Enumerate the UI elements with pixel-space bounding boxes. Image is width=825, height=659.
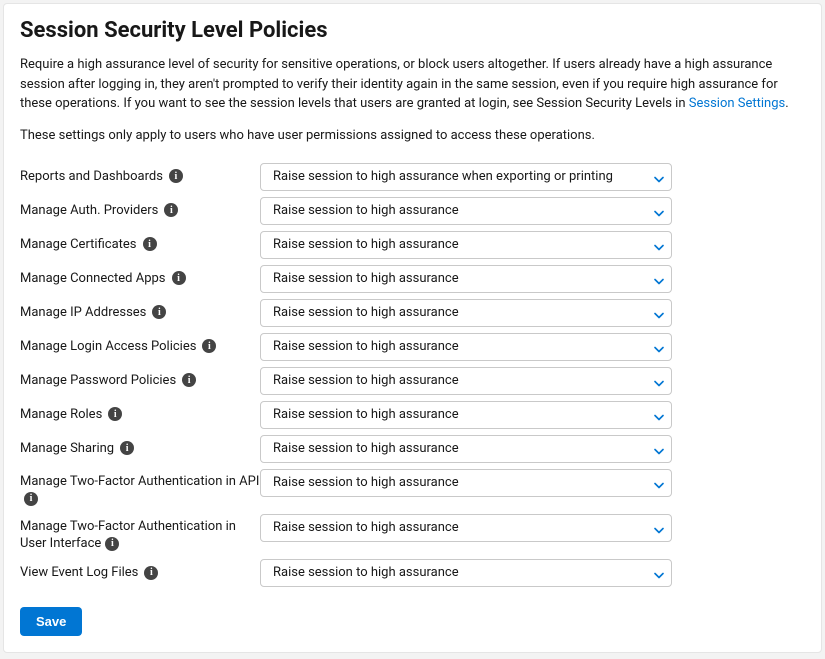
policy-row-certificates: Manage Certificates i Raise session to hig… bbox=[20, 231, 805, 259]
policy-row-ip-addresses: Manage IP Addresses i Raise session to hig… bbox=[20, 299, 805, 327]
policy-label-text: View Event Log Files bbox=[20, 564, 138, 582]
description-text-post: . bbox=[785, 96, 788, 111]
select-value[interactable]: Raise session to high assurance bbox=[260, 299, 672, 327]
policy-row-sharing: Manage Sharing i Raise session to high ass… bbox=[20, 435, 805, 463]
policy-label-sharing: Manage Sharing i bbox=[20, 440, 260, 458]
policy-label-roles: Manage Roles i bbox=[20, 406, 260, 424]
policy-select-roles[interactable]: Raise session to high assurance bbox=[260, 401, 672, 429]
info-icon[interactable]: i bbox=[182, 373, 196, 387]
policy-row-auth-providers: Manage Auth. Providers i Raise session to … bbox=[20, 197, 805, 225]
select-value[interactable]: Raise session to high assurance bbox=[260, 435, 672, 463]
info-icon[interactable]: i bbox=[169, 169, 183, 183]
policy-label-two-factor-ui: Manage Two-Factor Authentication in User… bbox=[20, 514, 260, 553]
policy-label-text: Manage Sharing bbox=[20, 440, 114, 458]
select-value[interactable]: Raise session to high assurance bbox=[260, 367, 672, 395]
policy-label-text: Manage Login Access Policies bbox=[20, 338, 196, 356]
select-value[interactable]: Raise session to high assurance when exp… bbox=[260, 163, 672, 191]
description-text-pre: Require a high assurance level of securi… bbox=[20, 57, 778, 111]
info-icon[interactable]: i bbox=[24, 492, 38, 506]
policy-label-login-access: Manage Login Access Policies i bbox=[20, 338, 260, 356]
policy-select-two-factor-api[interactable]: Raise session to high assurance bbox=[260, 469, 672, 497]
policy-label-text: Manage IP Addresses bbox=[20, 304, 146, 322]
policy-row-reports: Reports and Dashboards i Raise session to … bbox=[20, 163, 805, 191]
info-icon[interactable]: i bbox=[105, 537, 119, 551]
policy-label-text: Manage Certificates bbox=[20, 236, 137, 254]
policy-label-text: Manage Auth. Providers bbox=[20, 202, 158, 220]
policy-select-reports[interactable]: Raise session to high assurance when exp… bbox=[260, 163, 672, 191]
policy-label-connected-apps: Manage Connected Apps i bbox=[20, 270, 260, 288]
policy-label-password-policies: Manage Password Policies i bbox=[20, 372, 260, 390]
policy-label-event-log: View Event Log Files i bbox=[20, 564, 260, 582]
policy-label-text: Manage Connected Apps bbox=[20, 270, 166, 288]
info-icon[interactable]: i bbox=[120, 441, 134, 455]
info-icon[interactable]: i bbox=[108, 407, 122, 421]
info-icon[interactable]: i bbox=[202, 339, 216, 353]
policy-label-two-factor-api: Manage Two-Factor Authentication in API i bbox=[20, 469, 260, 508]
select-value[interactable]: Raise session to high assurance bbox=[260, 559, 672, 587]
policy-select-password-policies[interactable]: Raise session to high assurance bbox=[260, 367, 672, 395]
policy-label-ip-addresses: Manage IP Addresses i bbox=[20, 304, 260, 322]
policy-label-reports: Reports and Dashboards i bbox=[20, 168, 260, 186]
policy-select-certificates[interactable]: Raise session to high assurance bbox=[260, 231, 672, 259]
policy-select-connected-apps[interactable]: Raise session to high assurance bbox=[260, 265, 672, 293]
page-title: Session Security Level Policies bbox=[20, 18, 805, 43]
info-icon[interactable]: i bbox=[144, 566, 158, 580]
save-button[interactable]: Save bbox=[20, 607, 82, 636]
policy-row-connected-apps: Manage Connected Apps i Raise session to h… bbox=[20, 265, 805, 293]
policy-select-two-factor-ui[interactable]: Raise session to high assurance bbox=[260, 514, 672, 542]
policy-label-text: Reports and Dashboards bbox=[20, 168, 163, 186]
policy-label-text: Manage Password Policies bbox=[20, 372, 176, 390]
policy-row-event-log: View Event Log Files i Raise session to hi… bbox=[20, 559, 805, 587]
info-icon[interactable]: i bbox=[152, 305, 166, 319]
info-icon[interactable]: i bbox=[143, 237, 157, 251]
select-value[interactable]: Raise session to high assurance bbox=[260, 197, 672, 225]
info-icon[interactable]: i bbox=[164, 203, 178, 217]
policy-row-login-access: Manage Login Access Policies i Raise sessi… bbox=[20, 333, 805, 361]
policy-select-event-log[interactable]: Raise session to high assurance bbox=[260, 559, 672, 587]
policy-label-certificates: Manage Certificates i bbox=[20, 236, 260, 254]
session-security-panel: Session Security Level Policies Require … bbox=[3, 3, 822, 653]
policy-label-text: Manage Two-Factor Authentication in User… bbox=[20, 519, 236, 552]
select-value[interactable]: Raise session to high assurance bbox=[260, 265, 672, 293]
select-value[interactable]: Raise session to high assurance bbox=[260, 469, 672, 497]
policy-row-two-factor-api: Manage Two-Factor Authentication in API i… bbox=[20, 469, 805, 508]
policy-select-login-access[interactable]: Raise session to high assurance bbox=[260, 333, 672, 361]
policy-row-password-policies: Manage Password Policies i Raise session t… bbox=[20, 367, 805, 395]
select-value[interactable]: Raise session to high assurance bbox=[260, 231, 672, 259]
policy-label-text: Manage Two-Factor Authentication in API bbox=[20, 474, 259, 489]
select-value[interactable]: Raise session to high assurance bbox=[260, 401, 672, 429]
select-value[interactable]: Raise session to high assurance bbox=[260, 514, 672, 542]
policy-select-ip-addresses[interactable]: Raise session to high assurance bbox=[260, 299, 672, 327]
policy-select-sharing[interactable]: Raise session to high assurance bbox=[260, 435, 672, 463]
policy-row-roles: Manage Roles i Raise session to high assur… bbox=[20, 401, 805, 429]
policy-list: Reports and Dashboards i Raise session to … bbox=[20, 163, 805, 587]
policy-label-auth-providers: Manage Auth. Providers i bbox=[20, 202, 260, 220]
note-text: These settings only apply to users who h… bbox=[20, 128, 805, 143]
select-value[interactable]: Raise session to high assurance bbox=[260, 333, 672, 361]
info-icon[interactable]: i bbox=[172, 271, 186, 285]
description-paragraph: Require a high assurance level of securi… bbox=[20, 55, 805, 114]
session-settings-link[interactable]: Session Settings bbox=[689, 96, 785, 111]
policy-row-two-factor-ui: Manage Two-Factor Authentication in User… bbox=[20, 514, 805, 553]
policy-label-text: Manage Roles bbox=[20, 406, 102, 424]
policy-select-auth-providers[interactable]: Raise session to high assurance bbox=[260, 197, 672, 225]
